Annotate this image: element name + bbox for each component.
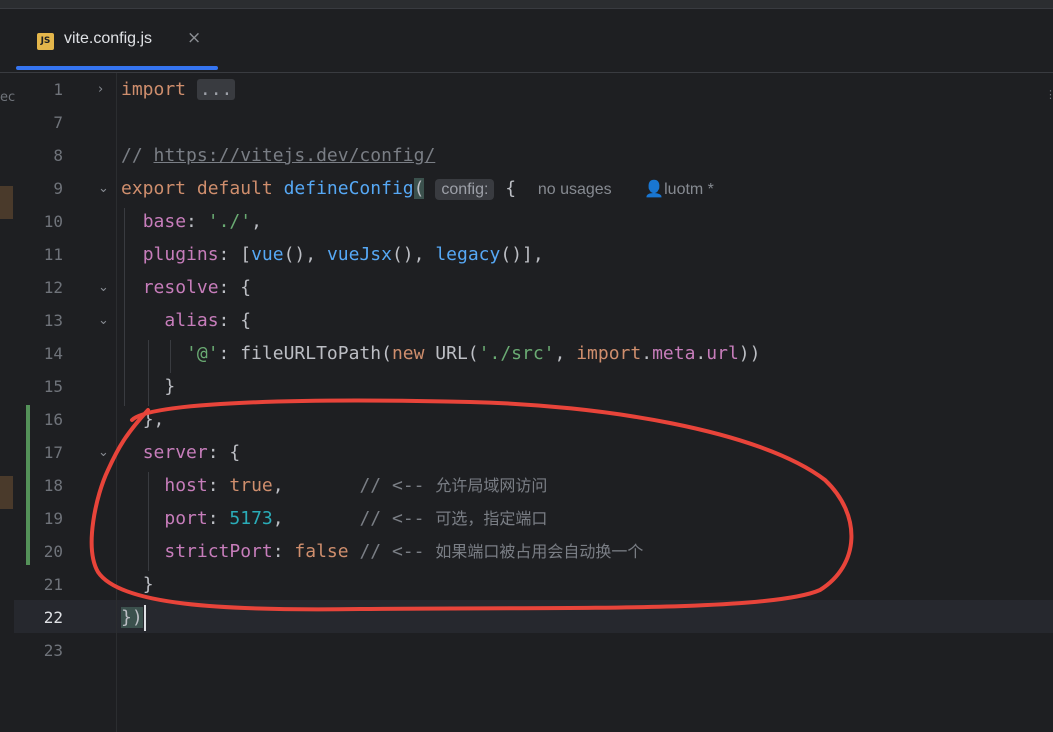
hand-drawn-circle-annotation (89, 398, 854, 612)
